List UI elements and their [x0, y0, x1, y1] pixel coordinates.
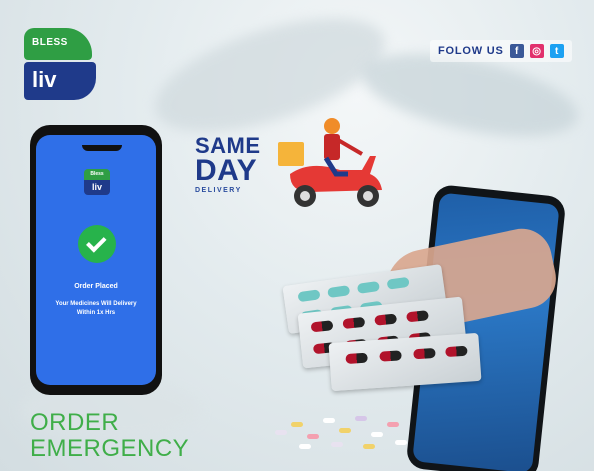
logo-bottom-text: liv — [32, 67, 57, 92]
logo-bottom: liv — [24, 62, 96, 100]
app-logo: Bless liv — [84, 169, 110, 195]
headline-line-1: ORDER — [30, 409, 120, 436]
headline: ORDER EMERGENCY — [30, 410, 189, 462]
headline-line-2: EMERGENCY — [30, 435, 190, 462]
order-status: Order Placed — [74, 283, 118, 290]
twitter-icon[interactable]: t — [549, 44, 564, 58]
promo-banner: BLESS liv FOLOW US f ◎ t Bless liv Order… — [0, 0, 594, 471]
blessliv-logo: BLESS liv — [24, 28, 96, 100]
check-icon — [78, 225, 116, 263]
facebook-icon[interactable]: f — [509, 44, 524, 58]
day-label: DAY — [195, 154, 258, 187]
app-logo-top: Bless — [84, 169, 110, 180]
phone-notch — [82, 145, 122, 151]
follow-us-label: FOLOW US — [438, 45, 504, 57]
app-logo-bottom: liv — [84, 180, 110, 195]
phone-screen: Bless liv Order Placed Your Medicines Wi… — [36, 135, 156, 385]
loose-pills — [265, 400, 425, 460]
logo-top-text: BLESS — [32, 37, 68, 48]
order-message: Your Medicines Will Delivery Within 1x H… — [55, 301, 137, 316]
follow-us-bar: FOLOW US f ◎ t — [430, 40, 572, 62]
phone-mockup: Bless liv Order Placed Your Medicines Wi… — [30, 125, 162, 395]
delivery-scooter-icon — [278, 118, 382, 207]
delivery-label: DELIVERY — [195, 187, 242, 194]
same-day-delivery: SAME DAY DELIVERY — [195, 135, 261, 195]
instagram-icon[interactable]: ◎ — [529, 44, 544, 58]
logo-top: BLESS — [24, 28, 92, 60]
